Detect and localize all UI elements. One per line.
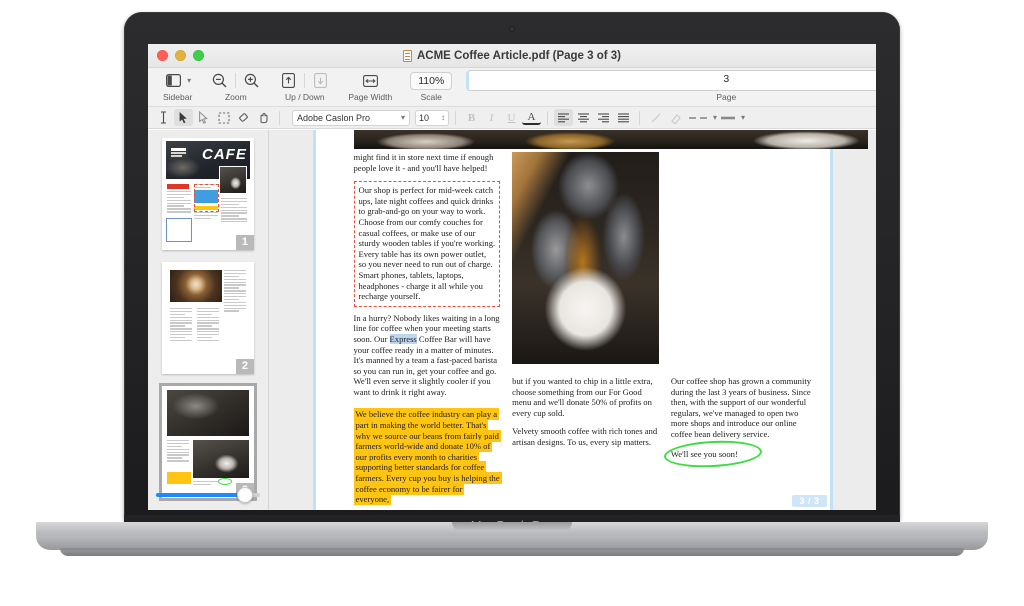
toolbar-group-zoom[interactable]: Zoom	[203, 68, 268, 102]
hand-pan-tool[interactable]	[254, 109, 273, 126]
toolbar-divider	[304, 73, 305, 88]
toolbar-group-sidebar[interactable]: ▾ Sidebar	[156, 68, 199, 102]
page-down-icon[interactable]	[311, 71, 330, 90]
main-toolbar: ▾ Sidebar Zoom	[148, 68, 876, 107]
toolbar-label-page: Page	[716, 92, 736, 102]
green-ellipse-annotation[interactable]	[663, 438, 762, 469]
app-body: CAFE	[148, 130, 876, 510]
toolbar-group-updown[interactable]: Up / Down	[272, 68, 337, 102]
stepper-icon[interactable]: ↕	[441, 114, 445, 122]
toolbar-group-page[interactable]: 3 Page	[459, 68, 876, 102]
toolbar-label-scale: Scale	[421, 92, 442, 102]
slider-fill	[156, 493, 241, 497]
column-right-spacer	[671, 152, 818, 376]
dash-style-picker[interactable]	[686, 109, 712, 126]
pdf-document-icon	[403, 50, 412, 62]
thumbnail-list[interactable]: CAFE	[148, 134, 268, 482]
toolbar-label-sidebar: Sidebar	[163, 92, 192, 102]
page-up-icon[interactable]	[279, 71, 298, 90]
laptop-foot	[60, 548, 964, 556]
thumbnail-page-number: 2	[236, 359, 254, 374]
align-center-button[interactable]	[574, 109, 593, 126]
format-divider	[455, 111, 456, 125]
espresso-machine-pouring-photo	[512, 152, 659, 364]
pdf-page-3[interactable]: might find it in store next time if enou…	[313, 130, 833, 510]
underline-button[interactable]: U	[502, 109, 521, 126]
paragraph-middle-1: but if you wanted to chip in a little ex…	[512, 376, 659, 418]
paragraph-intro: might find it in store next time if enou…	[354, 152, 501, 173]
toolbar-divider	[235, 73, 236, 88]
column-middle: but if you wanted to chip in a little ex…	[512, 152, 659, 500]
font-size-stepper[interactable]: 10 ↕	[415, 110, 449, 126]
slider-knob[interactable]	[237, 487, 253, 503]
laptop-screen: ACME Coffee Article.pdf (Page 3 of 3) ▾ …	[148, 44, 876, 510]
document-canvas[interactable]: might find it in store next time if enou…	[269, 130, 876, 510]
window-title: ACME Coffee Article.pdf (Page 3 of 3)	[148, 50, 876, 62]
yellow-highlight-annotation[interactable]: We believe the coffee industry can play …	[354, 408, 502, 505]
font-family-value: Adobe Caslon Pro	[297, 113, 370, 123]
slider-track[interactable]	[156, 493, 260, 497]
selected-word-express[interactable]: Express	[390, 334, 417, 344]
zoom-out-icon[interactable]	[210, 71, 229, 90]
laptop-base-notch	[452, 522, 572, 531]
zoom-in-icon[interactable]	[242, 71, 261, 90]
chevron-down-icon[interactable]: ▾	[713, 114, 717, 122]
chevron-down-icon[interactable]: ▾	[741, 114, 745, 122]
scale-input[interactable]: 110%	[410, 72, 452, 90]
italic-button[interactable]: I	[482, 109, 501, 126]
text-color-button[interactable]: A	[522, 110, 541, 125]
page-position-badge: 3 / 3	[792, 495, 826, 507]
chevron-down-icon[interactable]: ▾	[401, 114, 405, 122]
text-cursor-tool[interactable]	[154, 109, 173, 126]
column-right: Our coffee shop has grown a community du…	[671, 152, 818, 500]
align-left-button[interactable]	[554, 109, 573, 126]
format-bar: Adobe Caslon Pro ▾ 10 ↕ B I U A	[148, 107, 876, 129]
red-dashed-annotation-box[interactable]: Our shop is perfect for mid-week catch u…	[354, 181, 501, 307]
webcam-icon	[509, 26, 515, 32]
page-number-input[interactable]: 3	[466, 70, 876, 91]
toolbar-group-scale[interactable]: 110% Scale	[403, 68, 459, 102]
lasso-pointer-tool[interactable]	[194, 109, 213, 126]
toolbar-label-page-width: Page Width	[348, 92, 392, 102]
toolbar-label-updown: Up / Down	[285, 92, 325, 102]
page-thumbnail-2[interactable]: 2	[162, 262, 254, 374]
page-width-icon[interactable]	[361, 71, 380, 90]
line-style-button[interactable]	[646, 109, 665, 126]
format-divider	[547, 111, 548, 125]
window-title-text: ACME Coffee Article.pdf (Page 3 of 3)	[417, 50, 621, 62]
page-thumbnail-3[interactable]: 3	[162, 386, 254, 498]
toolbar-label-zoom: Zoom	[225, 92, 247, 102]
font-family-select[interactable]: Adobe Caslon Pro ▾	[292, 110, 410, 126]
bold-button[interactable]: B	[462, 109, 481, 126]
line-weight-picker[interactable]	[718, 109, 740, 126]
toolbar-group-page-width[interactable]: Page Width	[341, 68, 399, 102]
screenshot-stage: ACME Coffee Article.pdf (Page 3 of 3) ▾ …	[0, 0, 1024, 606]
page-columns: might find it in store next time if enou…	[354, 152, 818, 500]
sidebar-panel-icon[interactable]	[164, 71, 183, 90]
column-left: might find it in store next time if enou…	[354, 152, 501, 500]
format-divider	[279, 111, 280, 125]
align-justify-button[interactable]	[614, 109, 633, 126]
chevron-down-icon[interactable]: ▾	[187, 77, 191, 85]
font-size-value: 10	[419, 113, 429, 123]
select-arrow-tool[interactable]	[174, 109, 193, 126]
paragraph-middle-2: Velvety smooth coffee with rich tones an…	[512, 426, 659, 447]
thumbnail-page-number: 1	[236, 235, 254, 250]
page-thumbnail-1[interactable]: CAFE	[162, 138, 254, 250]
paragraph-boxed: Our shop is perfect for mid-week catch u…	[359, 185, 496, 301]
window-titlebar: ACME Coffee Article.pdf (Page 3 of 3)	[148, 44, 876, 68]
paragraph-highlighted[interactable]: We believe the coffee industry can play …	[354, 409, 501, 504]
coffee-cups-top-strip-photo	[354, 130, 868, 149]
marquee-select-tool[interactable]	[214, 109, 233, 126]
format-divider	[639, 111, 640, 125]
paragraph-express: In a hurry? Nobody likes waiting in a lo…	[354, 313, 501, 398]
align-right-button[interactable]	[594, 109, 613, 126]
thumbnail-zoom-slider[interactable]	[148, 484, 268, 506]
fill-style-button[interactable]	[666, 109, 685, 126]
thumbnail-sidebar[interactable]: CAFE	[148, 130, 269, 510]
paragraph-right-1: Our coffee shop has grown a community du…	[671, 376, 818, 440]
eraser-tool[interactable]	[234, 109, 253, 126]
